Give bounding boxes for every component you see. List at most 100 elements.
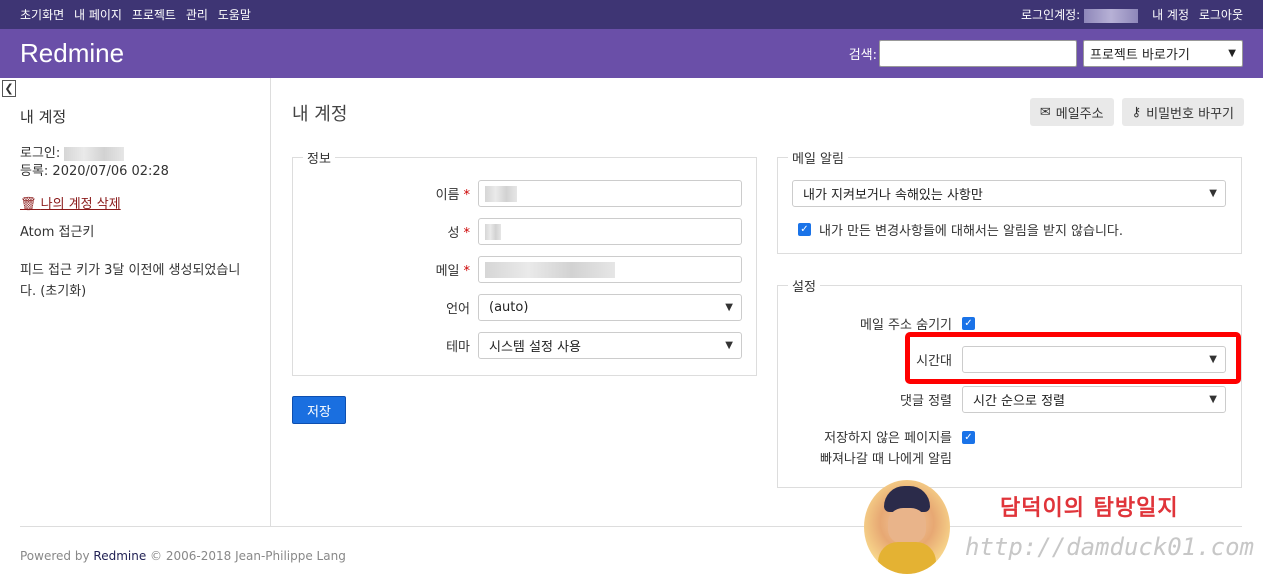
- top-menu-admin[interactable]: 관리: [186, 8, 208, 22]
- save-button[interactable]: 저장: [292, 396, 346, 424]
- app-title[interactable]: Redmine: [20, 38, 124, 69]
- watermark-avatar: [864, 480, 950, 574]
- comments-order-label: 댓글 정렬: [900, 394, 952, 409]
- chevron-down-icon: ▼: [725, 302, 733, 313]
- lastname-row: 성 *: [292, 218, 742, 245]
- blurred-firstname: [485, 185, 517, 202]
- top-menu-my-page[interactable]: 내 페이지: [74, 8, 122, 22]
- hide-mail-label: 메일 주소 숨기기: [860, 318, 952, 333]
- warn-unsaved-label-line2: 빠져나갈 때 나에게 알림: [820, 452, 952, 467]
- change-password-button-label: 비밀번호 바꾸기: [1146, 106, 1234, 122]
- no-self-notified-row: ✓ 내가 만든 변경사항들에 대해서는 알림을 받지 않습니다.: [798, 220, 1123, 239]
- mail-row: 메일 *: [292, 256, 742, 283]
- logout-link[interactable]: 로그아웃: [1199, 8, 1243, 22]
- email-address-button-label: 메일주소: [1055, 106, 1104, 122]
- chevron-down-icon: ▼: [725, 340, 733, 351]
- language-row: 언어 (auto) ▼: [292, 294, 742, 321]
- sidebar-login-label: 로그인:: [20, 146, 61, 161]
- firstname-label-wrap: 이름 *: [292, 184, 470, 203]
- warn-unsaved-label-line1: 저장하지 않은 페이지를: [824, 431, 952, 446]
- no-self-notified-label: 내가 만든 변경사항들에 대해서는 알림을 받지 않습니다.: [819, 224, 1124, 239]
- quick-search: 검색: 프로젝트 바로가기 ▼: [849, 40, 1243, 67]
- preferences-legend: 설정: [792, 280, 816, 295]
- highlight-box: [905, 332, 1241, 384]
- info-legend: 정보: [307, 152, 331, 167]
- comments-order-select[interactable]: 시간 순으로 정렬 ▼: [962, 386, 1226, 413]
- sidebar-collapse-icon[interactable]: ❮: [2, 80, 16, 97]
- sidebar-registered: 등록: 2020/07/06 02:28: [20, 164, 169, 179]
- chevron-down-icon: ▼: [1209, 394, 1217, 405]
- page-title: 내 계정: [292, 104, 348, 125]
- blurred-lastname: [485, 223, 501, 240]
- project-jump-select[interactable]: 프로젝트 바로가기 ▼: [1083, 40, 1243, 67]
- language-select[interactable]: (auto) ▼: [478, 294, 742, 321]
- top-menu: 초기화면 내 페이지 프로젝트 관리 도움말 로그인계정: 내 계정 로그아웃: [0, 0, 1263, 29]
- project-jump-label: 프로젝트 바로가기: [1090, 48, 1190, 63]
- top-menu-help[interactable]: 도움말: [218, 8, 251, 22]
- key-icon: ⚷: [1131, 104, 1142, 120]
- redmine-link[interactable]: Redmine: [93, 549, 146, 563]
- envelope-icon: ✉: [1039, 104, 1051, 120]
- lastname-label: 성: [447, 226, 460, 241]
- no-self-notified-checkbox[interactable]: ✓: [798, 223, 811, 236]
- mail-notification-select[interactable]: 내가 지켜보거나 속해있는 사항만 ▼: [792, 180, 1226, 207]
- firstname-row: 이름 *: [292, 180, 742, 207]
- delete-account-link[interactable]: 🗑 나의 계정 삭제: [20, 193, 250, 212]
- required-mark: *: [463, 188, 471, 203]
- theme-label: 테마: [446, 340, 470, 355]
- notification-row: 내가 지켜보거나 속해있는 사항만 ▼: [792, 180, 1226, 207]
- header: Redmine 검색: 프로젝트 바로가기 ▼: [0, 29, 1263, 78]
- copyright-text: © 2006-2018 Jean-Philippe Lang: [150, 549, 346, 563]
- comments-order-row: 댓글 정렬 시간 순으로 정렬 ▼: [777, 386, 1226, 413]
- feed-key-note: 피드 접근 키가 3달 이전에 생성되었습니다. (초기화): [20, 263, 241, 299]
- lastname-input[interactable]: [478, 218, 742, 245]
- mail-notification-legend: 메일 알림: [792, 152, 844, 167]
- required-mark: *: [463, 226, 471, 241]
- theme-select-value: 시스템 설정 사용: [489, 340, 581, 355]
- powered-by-label: Powered by: [20, 549, 90, 563]
- theme-select[interactable]: 시스템 설정 사용 ▼: [478, 332, 742, 359]
- sidebar: ❮ 내 계정 로그인: 등록: 2020/07/06 02:28 🗑 나의 계정…: [0, 78, 271, 526]
- watermark-title: 담덕이의 탐방일지: [1000, 495, 1179, 521]
- atom-key-label: Atom 접근키: [20, 225, 95, 240]
- search-label: 검색:: [848, 48, 877, 63]
- lastname-label-wrap: 성 *: [292, 222, 470, 241]
- warn-unsaved-row: 저장하지 않은 페이지를 빠져나갈 때 나에게 알림 ✓: [777, 428, 975, 470]
- blurred-username: [1084, 8, 1139, 23]
- firstname-label: 이름: [435, 188, 460, 203]
- avatar-body: [878, 542, 936, 574]
- blurred-login: [64, 146, 125, 161]
- avatar-face: [888, 508, 926, 544]
- language-label: 언어: [446, 302, 470, 317]
- mail-label-wrap: 메일 *: [292, 260, 470, 279]
- chevron-down-icon: ▼: [1209, 188, 1217, 199]
- search-input[interactable]: [879, 40, 1077, 67]
- warn-unsaved-checkbox[interactable]: ✓: [962, 431, 975, 444]
- delete-account-label: 나의 계정 삭제: [40, 197, 121, 212]
- my-account-link[interactable]: 내 계정: [1152, 8, 1189, 22]
- sidebar-login: 로그인:: [20, 145, 250, 163]
- theme-row: 테마 시스템 설정 사용 ▼: [292, 332, 742, 359]
- contextual-actions: ✉ 메일주소 ⚷ 비밀번호 바꾸기: [1029, 98, 1244, 126]
- top-menu-left: 초기화면 내 페이지 프로젝트 관리 도움말: [20, 6, 257, 23]
- hide-mail-row: 메일 주소 숨기기 ✓: [777, 314, 975, 333]
- required-mark: *: [463, 264, 471, 279]
- trash-icon: 🗑: [20, 197, 37, 212]
- sidebar-title: 내 계정: [20, 108, 67, 126]
- top-menu-home[interactable]: 초기화면: [20, 8, 64, 22]
- logged-as-label: 로그인계정:: [1020, 8, 1081, 22]
- email-address-button[interactable]: ✉ 메일주소: [1029, 98, 1114, 126]
- firstname-input[interactable]: [478, 180, 742, 207]
- chevron-down-icon: ▼: [1228, 48, 1236, 59]
- watermark-url: http://damduck01.com: [965, 533, 1254, 561]
- blurred-mail: [485, 261, 615, 278]
- change-password-button[interactable]: ⚷ 비밀번호 바꾸기: [1121, 98, 1244, 126]
- warn-unsaved-label: 저장하지 않은 페이지를 빠져나갈 때 나에게 알림: [777, 428, 952, 470]
- mail-label: 메일: [435, 264, 460, 279]
- language-select-value: (auto): [489, 300, 529, 315]
- mail-input[interactable]: [478, 256, 742, 283]
- top-menu-projects[interactable]: 프로젝트: [132, 8, 176, 22]
- comments-order-select-value: 시간 순으로 정렬: [973, 394, 1065, 409]
- hide-mail-checkbox[interactable]: ✓: [962, 317, 975, 330]
- account-menu: 로그인계정: 내 계정 로그아웃: [1021, 6, 1243, 23]
